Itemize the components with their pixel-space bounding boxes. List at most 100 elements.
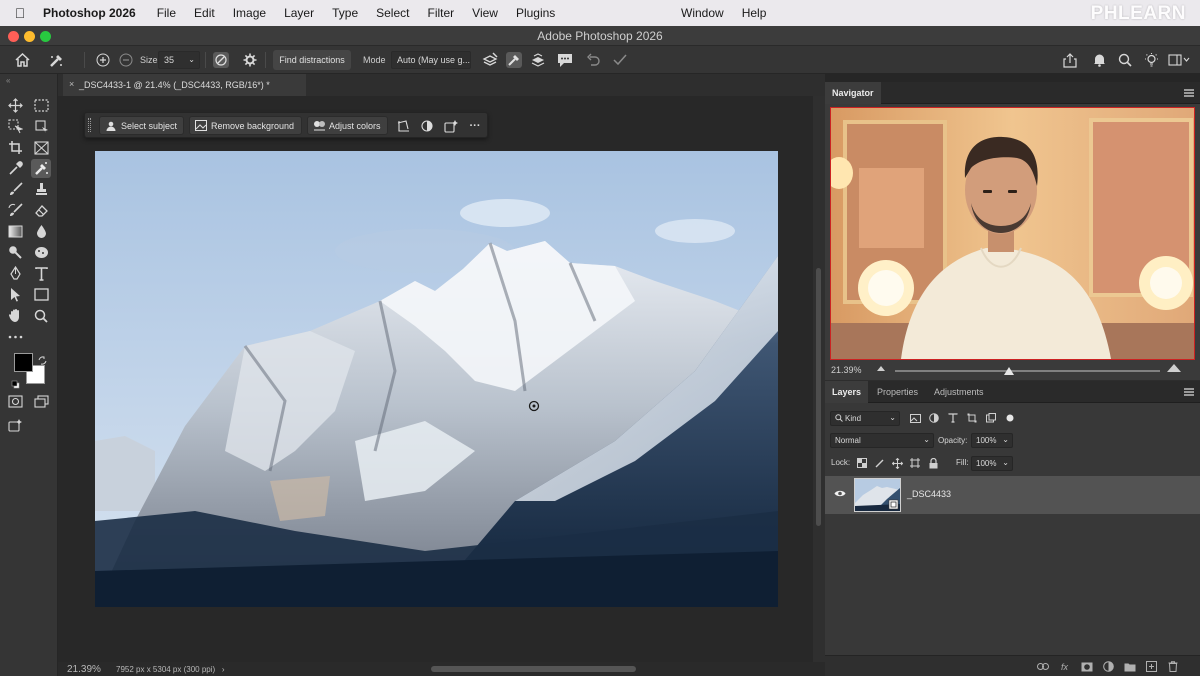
- gradient-tool-icon[interactable]: [5, 222, 25, 241]
- document-info[interactable]: 7952 px x 5304 px (300 ppi) ›: [116, 665, 225, 674]
- apple-icon[interactable]: : [0, 5, 40, 21]
- screen-mode-icon[interactable]: [31, 392, 51, 411]
- lock-image-pixels-icon[interactable]: [874, 457, 886, 469]
- collapse-toolbar-icon[interactable]: «: [6, 76, 10, 85]
- navigator-zoom-slider[interactable]: [895, 370, 1160, 372]
- document-tab[interactable]: × _DSC4433-1 @ 21.4% (_DSC4433, RGB/16*)…: [63, 74, 306, 96]
- add-mask-icon[interactable]: [1080, 660, 1093, 673]
- quick-mask-icon[interactable]: [5, 392, 25, 411]
- navigator-preview[interactable]: [830, 107, 1195, 360]
- sample-layers-icon[interactable]: [527, 46, 549, 74]
- menu-type[interactable]: Type: [323, 6, 367, 20]
- tab-layers[interactable]: Layers: [825, 381, 869, 403]
- remove-tool-active-icon[interactable]: [503, 46, 525, 74]
- menu-plugins[interactable]: Plugins: [507, 6, 564, 20]
- foreground-color-swatch[interactable]: [14, 353, 33, 372]
- vertical-scrollbar[interactable]: [813, 96, 825, 662]
- menu-image[interactable]: Image: [224, 6, 275, 20]
- rectangle-tool-icon[interactable]: [31, 285, 51, 304]
- feedback-icon[interactable]: [554, 46, 576, 74]
- menu-layer[interactable]: Layer: [275, 6, 323, 20]
- menu-file[interactable]: File: [148, 6, 185, 20]
- crop-select-tool-icon[interactable]: [31, 117, 51, 136]
- brush-tool-icon[interactable]: [5, 180, 25, 199]
- filter-shape-layers-icon[interactable]: [966, 412, 978, 424]
- navigator-tab[interactable]: Navigator: [825, 82, 881, 104]
- path-selection-tool-icon[interactable]: [5, 285, 25, 304]
- menu-filter[interactable]: Filter: [418, 6, 463, 20]
- zoom-out-mountain-icon[interactable]: [877, 366, 885, 371]
- marquee-tool-icon[interactable]: [31, 96, 51, 115]
- drag-handle-icon[interactable]: [88, 118, 91, 132]
- zoom-in-mountain-icon[interactable]: [1167, 364, 1181, 372]
- opacity-input[interactable]: 100% ⌄: [971, 433, 1013, 448]
- layers-panel-menu-icon[interactable]: [1184, 388, 1194, 396]
- undo-icon[interactable]: [582, 46, 604, 74]
- lock-position-icon[interactable]: [891, 457, 903, 469]
- layer-row[interactable]: _DSC4433: [825, 476, 1200, 514]
- blend-mode-select[interactable]: Normal ⌄: [830, 433, 934, 448]
- pen-tool-icon[interactable]: [5, 264, 25, 283]
- menu-help[interactable]: Help: [733, 6, 776, 20]
- search-icon[interactable]: [1115, 46, 1135, 74]
- lock-all-icon[interactable]: [927, 457, 939, 469]
- generative-ai-icon[interactable]: [5, 416, 25, 435]
- size-input[interactable]: 35 ⌄: [158, 51, 200, 69]
- lock-artboard-icon[interactable]: [909, 457, 921, 469]
- menu-select[interactable]: Select: [367, 6, 418, 20]
- select-subject-button[interactable]: Select subject: [99, 116, 184, 135]
- filter-pixel-layers-icon[interactable]: [909, 412, 921, 424]
- frame-tool-icon[interactable]: [31, 138, 51, 157]
- status-zoom-value[interactable]: 21.39%: [67, 664, 101, 675]
- menu-app-name[interactable]: Photoshop 2026: [40, 6, 148, 20]
- dodge-tool-icon[interactable]: [5, 243, 25, 262]
- swap-colors-icon[interactable]: [38, 352, 47, 370]
- remove-background-button[interactable]: Remove background: [189, 116, 302, 135]
- filter-adjustment-layers-icon[interactable]: [928, 412, 940, 424]
- trash-icon[interactable]: [1166, 660, 1179, 673]
- layer-name[interactable]: _DSC4433: [907, 489, 951, 499]
- link-layers-icon[interactable]: [1036, 660, 1049, 673]
- tab-adjustments[interactable]: Adjustments: [927, 381, 991, 403]
- tab-properties[interactable]: Properties: [870, 381, 925, 403]
- vertical-scrollbar-thumb[interactable]: [816, 268, 821, 526]
- mask-contrast-icon[interactable]: [419, 118, 435, 134]
- eyedropper-tool-icon[interactable]: [5, 159, 25, 178]
- brush-size-decrease-icon[interactable]: [117, 46, 135, 74]
- edit-toolbar-icon[interactable]: [5, 327, 25, 346]
- new-layer-icon[interactable]: [1145, 660, 1158, 673]
- find-distractions-button[interactable]: Find distractions: [273, 50, 351, 70]
- new-group-folder-icon[interactable]: [1123, 660, 1136, 673]
- menu-window[interactable]: Window: [672, 6, 733, 20]
- filter-toggle-icon[interactable]: [1004, 412, 1016, 424]
- move-tool-icon[interactable]: [5, 96, 25, 115]
- sponge-tool-icon[interactable]: [31, 243, 51, 262]
- filter-type-layers-icon[interactable]: [947, 412, 959, 424]
- layer-filter-kind-select[interactable]: Kind ⌄: [830, 411, 900, 426]
- zoom-tool-icon[interactable]: [31, 306, 51, 325]
- mountain-photo[interactable]: [95, 151, 778, 607]
- horizontal-scrollbar-thumb[interactable]: [431, 666, 636, 672]
- object-selection-tool-icon[interactable]: [5, 117, 25, 136]
- navigator-zoom-slider-knob[interactable]: [1003, 367, 1014, 375]
- menu-view[interactable]: View: [463, 6, 507, 20]
- type-tool-icon[interactable]: [31, 264, 51, 283]
- discover-lightbulb-icon[interactable]: [1141, 46, 1161, 74]
- menu-edit[interactable]: Edit: [185, 6, 224, 20]
- commit-checkmark-icon[interactable]: [609, 46, 631, 74]
- remove-tool-icon[interactable]: [44, 46, 68, 74]
- share-icon[interactable]: [1060, 46, 1080, 74]
- navigator-panel-menu-icon[interactable]: [1184, 89, 1194, 97]
- crop-tool-icon[interactable]: [5, 138, 25, 157]
- home-icon[interactable]: [10, 46, 34, 74]
- blur-tool-icon[interactable]: [31, 222, 51, 241]
- brush-size-increase-icon[interactable]: [94, 46, 112, 74]
- clone-stamp-tool-icon[interactable]: [31, 180, 51, 199]
- sample-all-layers-icon[interactable]: [479, 46, 501, 74]
- generative-fill-icon[interactable]: [443, 118, 459, 134]
- layer-thumbnail[interactable]: [854, 478, 901, 512]
- adjust-colors-button[interactable]: Adjust colors: [307, 116, 388, 135]
- settings-gear-icon[interactable]: [240, 46, 260, 74]
- workspace-switcher-icon[interactable]: [1165, 46, 1193, 74]
- fill-input[interactable]: 100% ⌄: [971, 456, 1013, 471]
